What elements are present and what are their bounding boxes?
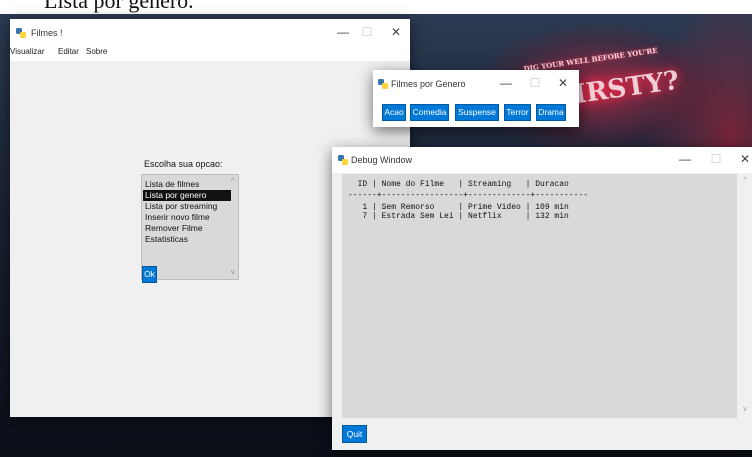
genre-button-drama[interactable]: Drama <box>536 104 566 121</box>
options-listbox[interactable]: Lista de filmes Lista por genero Lista p… <box>141 174 239 280</box>
close-icon[interactable]: ✕ <box>556 76 570 90</box>
menu-sobre[interactable]: Sobre <box>86 47 107 56</box>
console-row: 1 | Sem Remorso | Prime Video | 109 min <box>348 203 569 212</box>
menu-visualizar[interactable]: Visualizar <box>10 47 45 56</box>
maximize-icon[interactable]: ☐ <box>709 152 723 166</box>
list-item-lista-de-filmes[interactable]: Lista de filmes <box>143 179 231 190</box>
genre-window-titlebar[interactable]: Filmes por Genero — ☐ ✕ <box>373 70 579 98</box>
console-row: 7 | Estrada Sem Lei | Netflix | 132 min <box>348 212 569 221</box>
document-strip: Lista por genero. <box>0 0 752 14</box>
maximize-icon[interactable]: ☐ <box>528 76 542 90</box>
minimize-icon[interactable]: — <box>336 25 350 39</box>
python-icon <box>338 155 348 165</box>
close-icon[interactable]: ✕ <box>389 25 403 39</box>
console-separator-line: ------+-----------------+-------------+-… <box>348 191 589 200</box>
choose-option-label: Escolha sua opcao: <box>144 159 223 169</box>
python-icon <box>378 79 388 89</box>
document-heading: Lista por genero. <box>44 0 194 13</box>
menu-bar: Visualizar Editar Sobre <box>10 45 410 61</box>
debug-window: Debug Window — ☐ ✕ ID | Nome do Filme | … <box>332 147 752 450</box>
debug-window-title: Debug Window <box>351 155 413 165</box>
genre-button-acao[interactable]: Acao <box>382 104 406 121</box>
scroll-down-arrow-icon[interactable]: v <box>740 406 750 413</box>
minimize-icon[interactable]: — <box>678 152 692 166</box>
scroll-down-arrow-icon[interactable]: v <box>231 269 235 276</box>
minimize-icon[interactable]: — <box>499 76 513 90</box>
genre-button-comedia[interactable]: Comedia <box>410 104 449 121</box>
debug-window-titlebar[interactable]: Debug Window — ☐ ✕ <box>332 147 752 173</box>
scroll-up-arrow-icon[interactable]: ^ <box>740 177 750 184</box>
list-item-lista-por-streaming[interactable]: Lista por streaming <box>143 201 231 212</box>
debug-console[interactable]: ID | Nome do Filme | Streaming | Duracao… <box>342 174 747 418</box>
list-item-estatisticas[interactable]: Estatisticas <box>143 234 231 245</box>
genre-window: Filmes por Genero — ☐ ✕ Acao Comedia Sus… <box>373 70 579 127</box>
genre-button-suspense[interactable]: Suspense <box>455 104 499 121</box>
python-icon <box>16 28 26 38</box>
genre-window-title: Filmes por Genero <box>391 79 466 89</box>
menu-editar[interactable]: Editar <box>58 47 79 56</box>
ok-button[interactable]: Ok <box>142 266 157 283</box>
list-item-lista-por-genero[interactable]: Lista por genero <box>143 190 231 201</box>
quit-button[interactable]: Quit <box>342 425 367 443</box>
main-window-title: Filmes ! <box>31 28 63 38</box>
genre-button-terror[interactable]: Terror <box>504 104 531 121</box>
close-icon[interactable]: ✕ <box>738 152 752 166</box>
list-item-inserir-novo-filme[interactable]: Inserir novo filme <box>143 212 231 223</box>
list-item-remover-filme[interactable]: Remover Filme <box>143 223 231 234</box>
maximize-icon[interactable]: ☐ <box>360 25 374 39</box>
console-header-line: ID | Nome do Filme | Streaming | Duracao <box>348 180 569 189</box>
scroll-up-arrow-icon[interactable]: ^ <box>231 178 234 185</box>
